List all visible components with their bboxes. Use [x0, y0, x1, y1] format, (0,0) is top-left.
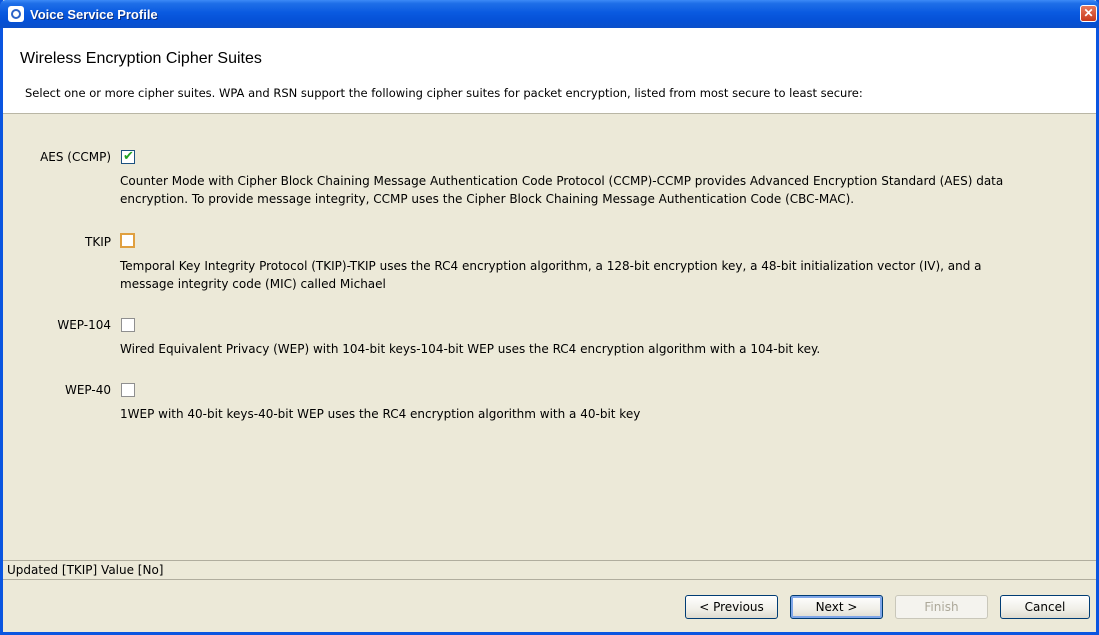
suite-desc-wep40: 1WEP with 40-bit keys-40-bit WEP uses th…: [120, 405, 1080, 423]
window-title: Voice Service Profile: [30, 6, 158, 22]
suite-desc-wep104: Wired Equivalent Privacy (WEP) with 104-…: [120, 340, 1080, 358]
cipher-suite-list: AES (CCMP) ✔ Counter Mode with Cipher Bl…: [3, 115, 1096, 560]
wizard-window: Voice Service Profile ✕ Wireless Encrypt…: [0, 0, 1099, 635]
suite-desc-tkip: Temporal Key Integrity Protocol (TKIP)-T…: [120, 257, 1080, 293]
suite-desc-aes: Counter Mode with Cipher Block Chaining …: [120, 172, 1080, 208]
page-title: Wireless Encryption Cipher Suites: [20, 50, 262, 67]
finish-button[interactable]: Finish: [895, 595, 988, 619]
checkbox-wep104[interactable]: [121, 318, 135, 332]
desc-line: Wired Equivalent Privacy (WEP) with 104-…: [120, 342, 821, 356]
page-description: Select one or more cipher suites. WPA an…: [25, 86, 863, 100]
check-icon: ✔: [123, 149, 134, 164]
checkbox-wep40[interactable]: [121, 383, 135, 397]
desc-line: 1WEP with 40-bit keys-40-bit WEP uses th…: [120, 407, 641, 421]
cancel-button[interactable]: Cancel: [1000, 595, 1090, 619]
next-button[interactable]: Next >: [790, 595, 883, 619]
suite-label-aes: AES (CCMP): [40, 150, 111, 164]
suite-label-tkip: TKIP: [85, 235, 111, 249]
checkbox-tkip[interactable]: [120, 233, 135, 248]
desc-line: encryption. To provide message integrity…: [120, 192, 855, 206]
app-icon: [8, 6, 24, 22]
checkbox-aes[interactable]: ✔: [121, 149, 135, 164]
previous-button[interactable]: < Previous: [685, 595, 778, 619]
close-icon[interactable]: ✕: [1080, 5, 1097, 22]
desc-line: message integrity code (MIC) called Mich…: [120, 277, 386, 291]
desc-line: Counter Mode with Cipher Block Chaining …: [120, 174, 1004, 188]
wizard-header: Wireless Encryption Cipher Suites Select…: [3, 28, 1096, 114]
suite-label-wep104: WEP-104: [57, 318, 111, 332]
status-bar: Updated [TKIP] Value [No]: [3, 560, 1096, 580]
title-bar[interactable]: Voice Service Profile ✕: [0, 0, 1099, 28]
desc-line: Temporal Key Integrity Protocol (TKIP)-T…: [120, 259, 982, 273]
suite-label-wep40: WEP-40: [64, 383, 111, 397]
